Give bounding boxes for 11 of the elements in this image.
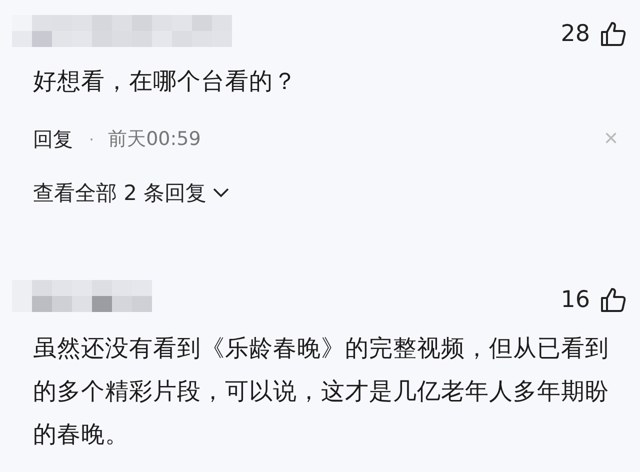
chevron-down-icon <box>212 188 229 198</box>
reply-link[interactable]: 回复 <box>33 126 73 152</box>
comment-text: 虽然还没有看到《乐龄春晚》的完整视频，但从已看到的多个精彩片段，可以说，这才是几亿老年人多年期盼的春晚。 <box>33 333 610 450</box>
separator-dot: · <box>89 130 94 148</box>
comment-time: 前天00:59 <box>108 127 201 152</box>
like-count: 16 <box>560 287 590 313</box>
view-replies-button[interactable]: 查看全部 2 条回复 <box>33 179 229 207</box>
comment-text: 好想看，在哪个台看的？ <box>33 66 298 97</box>
like-count: 28 <box>560 21 590 47</box>
thumbs-up-icon[interactable] <box>600 21 626 47</box>
thumbs-up-icon[interactable] <box>600 287 626 313</box>
